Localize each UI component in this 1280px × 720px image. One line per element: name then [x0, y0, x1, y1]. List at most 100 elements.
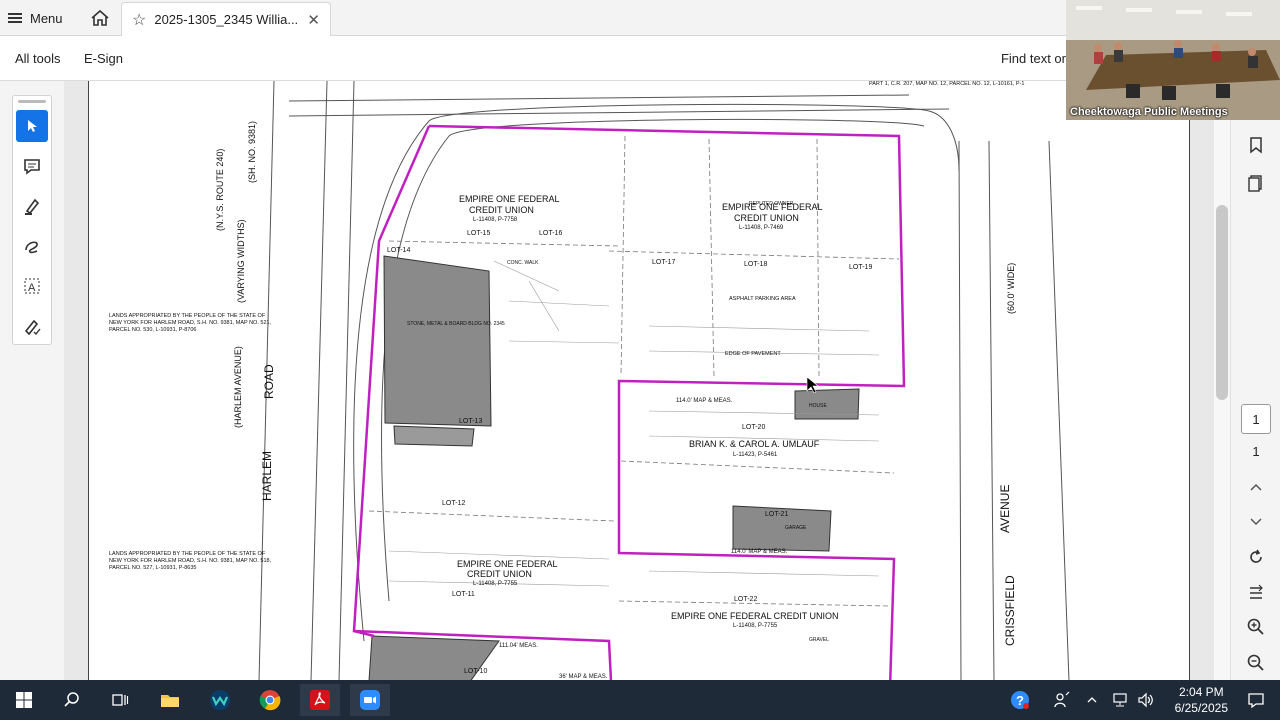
lot-12-label: LOT-12 [442, 500, 465, 507]
chrome-icon[interactable] [250, 684, 290, 716]
lot-15-label: LOT-15 [467, 230, 490, 237]
fill-sign-icon[interactable] [16, 310, 48, 342]
owner-1-label: EMPIRE ONE FEDERAL [459, 194, 560, 204]
home-icon[interactable] [90, 9, 110, 27]
close-icon[interactable]: ✕ [307, 11, 320, 29]
text-recognition-icon[interactable]: A [16, 270, 48, 302]
left-tool-rail: A [0, 81, 64, 680]
lot-19-label: LOT-19 [849, 264, 872, 271]
notifications-icon[interactable] [1236, 684, 1276, 716]
owner-1b-label: CREDIT UNION [469, 205, 534, 215]
appropriation-note-1: LANDS APPROPRIATED BY THE PEOPLE OF THE … [109, 313, 271, 333]
meeting-video-preview[interactable]: Cheektowaga Public Meetings [1066, 0, 1280, 120]
star-icon[interactable]: ☆ [132, 10, 146, 30]
document-viewport[interactable]: (N.Y.S. ROUTE 240) (SH. NO. 9381) (VARYI… [64, 81, 1214, 680]
garage-label: GARAGE [785, 525, 807, 531]
svg-text:?: ? [1016, 693, 1024, 708]
owner-2b-label: CREDIT UNION [734, 213, 799, 223]
meeting-room-image [1066, 0, 1280, 120]
people-icon[interactable] [1042, 684, 1082, 716]
width-60-label: (60.0' WIDE) [1006, 263, 1016, 314]
parcel-note-top: PART 1, C.R. 207, MAP NO. 12, PARCEL NO.… [869, 81, 1025, 87]
show-hidden-icons-icon[interactable] [1080, 684, 1104, 716]
volume-icon[interactable] [1132, 684, 1160, 716]
harlem-label: HARLEM [260, 451, 274, 501]
deed-1-label: L-11408, P-7758 [473, 217, 518, 223]
lot-20-label: LOT-20 [742, 424, 765, 431]
draw-freehand-icon[interactable] [16, 230, 48, 262]
acrobat-icon[interactable] [300, 684, 340, 716]
page-thumbnails-icon[interactable] [1243, 170, 1269, 196]
file-explorer-icon[interactable] [150, 684, 190, 716]
deed-5-label: L-11408, P-7755 [733, 623, 778, 629]
webex-icon[interactable] [200, 684, 240, 716]
meas-111-label: 111.04' MEAS. [499, 643, 538, 649]
page-up-icon[interactable] [1243, 475, 1269, 501]
lot-16-label: LOT-16 [539, 230, 562, 237]
select-cursor-icon[interactable] [16, 110, 48, 142]
clock-time: 2:04 PM [1178, 685, 1224, 699]
parking-label: ASPHALT PARKING AREA [729, 296, 796, 302]
lot-21-label: LOT-21 [765, 511, 788, 518]
find-text-input[interactable]: Find text or [1001, 51, 1066, 66]
house-label: HOUSE [809, 403, 827, 409]
network-icon[interactable] [1106, 684, 1134, 716]
meas-114-label: 114.0' MAP & MEAS. [676, 398, 733, 404]
lot-22-label: LOT-22 [734, 596, 757, 603]
clock-date: 6/25/2025 [1174, 701, 1228, 715]
width-label: (VARYING WIDTHS) [236, 219, 246, 303]
page-number-input[interactable]: 1 [1241, 404, 1271, 434]
quick-tools-panel: A [12, 95, 52, 345]
document-tab[interactable]: ☆ 2025-1305_2345 Willia... ✕ [121, 2, 331, 36]
rotate-icon[interactable] [1243, 544, 1269, 570]
vertical-scrollbar[interactable] [1214, 120, 1230, 680]
highlighter-icon[interactable] [16, 190, 48, 222]
lot-17-label: LOT-17 [652, 259, 675, 266]
crissfield-label: CRISSFIELD [1003, 575, 1017, 646]
appropriation-note-2: LANDS APPROPRIATED BY THE PEOPLE OF THE … [109, 551, 271, 571]
bookmarks-icon[interactable] [1243, 132, 1269, 158]
all-tools-button[interactable]: All tools [15, 51, 61, 66]
lot-14-label: LOT-14 [387, 247, 410, 254]
right-tool-rail [1230, 120, 1280, 680]
route-label: (N.Y.S. ROUTE 240) [215, 149, 225, 231]
zoom-in-icon[interactable] [1243, 614, 1269, 640]
walk-label: CONC. WALK [507, 260, 539, 266]
pavement-edge-label: EDGE OF PAVEMENT [725, 351, 781, 357]
tab-title: 2025-1305_2345 Willia... [154, 12, 299, 27]
esign-button[interactable]: E-Sign [84, 51, 123, 66]
lot-18-label: LOT-18 [744, 261, 767, 268]
search-icon[interactable] [52, 684, 92, 716]
task-view-icon[interactable] [100, 684, 140, 716]
harlem-avenue-label: (HARLEM AVENUE) [233, 346, 243, 428]
avenue-label: AVENUE [998, 485, 1012, 533]
zoom-app-icon[interactable] [350, 684, 390, 716]
lot-10-label: LOT-10 [464, 668, 487, 675]
lot-13-label: LOT-13 [459, 418, 482, 425]
meas-114b-label: 114.0' MAP & MEAS. [731, 549, 788, 555]
panel-grip[interactable] [18, 100, 46, 103]
video-label: Cheektowaga Public Meetings [1070, 106, 1228, 118]
windows-taskbar: ? 2:04 PM 6/25/2025 [0, 680, 1280, 720]
deed-4-label: L-11408, P-7755 [473, 581, 518, 587]
pdf-page: (N.Y.S. ROUTE 240) (SH. NO. 9381) (VARYI… [88, 81, 1190, 680]
menu-label: Menu [30, 10, 63, 26]
system-clock[interactable]: 2:04 PM 6/25/2025 [1175, 684, 1228, 716]
zoom-out-icon[interactable] [1243, 650, 1269, 676]
scrollbar-thumb[interactable] [1216, 205, 1228, 400]
deed-2-label: L-11408, P-7469 [739, 225, 784, 231]
owner-4-label: EMPIRE ONE FEDERAL [457, 559, 558, 569]
reputed-owner-label: REPUTED OWNER [749, 201, 794, 207]
menu-button[interactable]: Menu [8, 8, 63, 28]
windows-start-icon[interactable] [4, 684, 44, 716]
owner-5-label: EMPIRE ONE FEDERAL CREDIT UNION [671, 611, 839, 621]
road-label: ROAD [262, 364, 276, 399]
page-fit-icon[interactable] [1243, 580, 1269, 606]
help-icon[interactable]: ? [1000, 684, 1040, 716]
page-down-icon[interactable] [1243, 508, 1269, 534]
owner-3-label: BRIAN K. & CAROL A. UMLAUF [689, 439, 820, 449]
gravel-label: GRAVEL [809, 637, 829, 643]
building-label: STONE, METAL & BOARD BLDG NO. 2345 [407, 321, 505, 327]
comment-icon[interactable] [16, 150, 48, 182]
lot-11-label: LOT-11 [452, 591, 475, 598]
